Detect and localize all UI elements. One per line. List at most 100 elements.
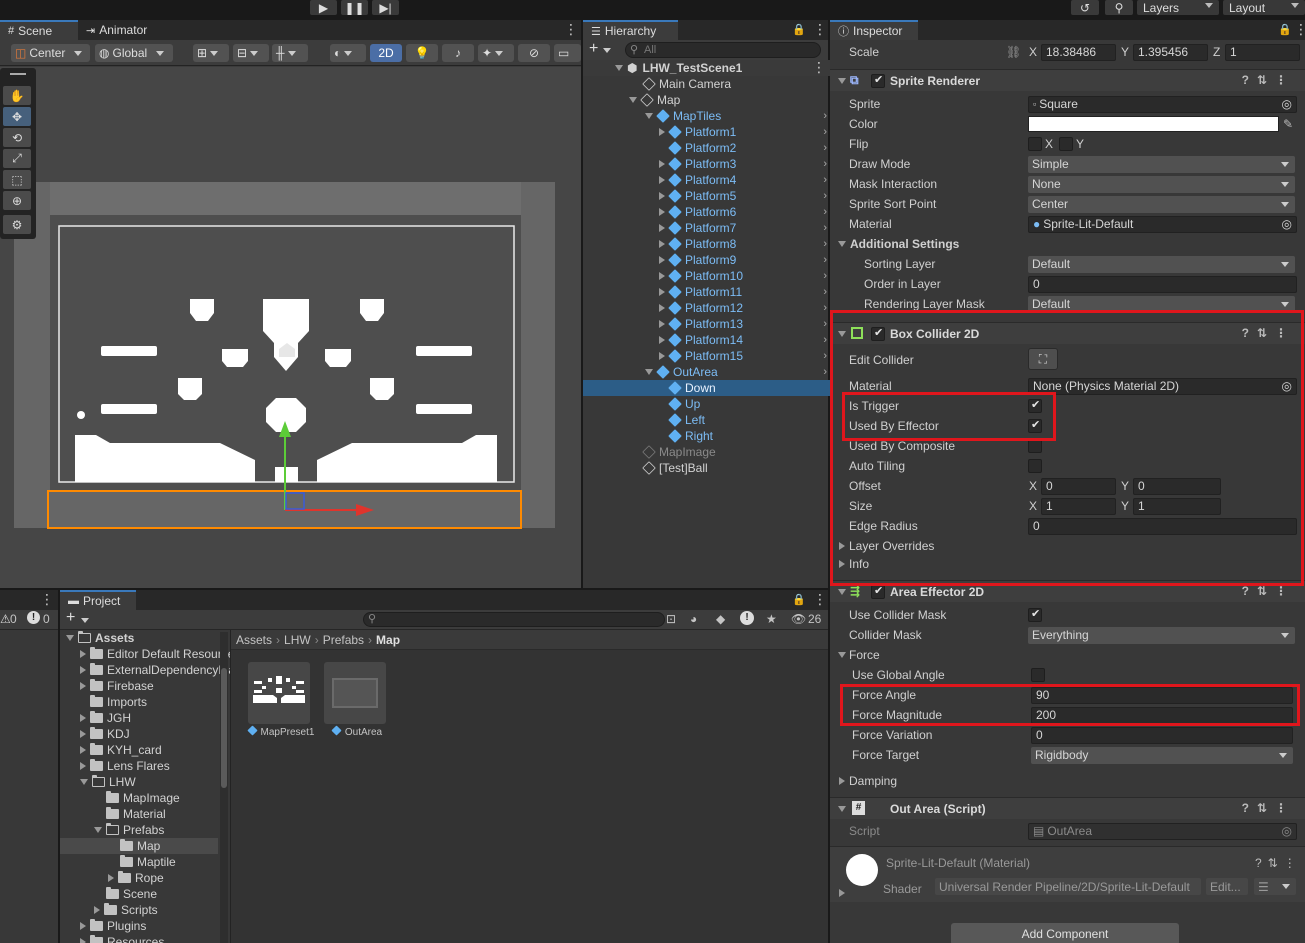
mask-interaction-dropdown[interactable]: None (1028, 175, 1295, 193)
layers-dropdown[interactable]: Layers (1137, 0, 1219, 15)
list-item[interactable]: Up (583, 396, 831, 412)
list-item[interactable]: OutArea › (583, 364, 831, 380)
chevron-right-icon[interactable]: › (823, 318, 827, 330)
list-item[interactable]: Platform8 › (583, 236, 831, 252)
list-item[interactable]: Platform10 › (583, 268, 831, 284)
tab-project[interactable]: ▬ Project (60, 590, 136, 610)
sorting-layer-dropdown[interactable]: Default (1028, 255, 1295, 273)
chevron-right-icon[interactable]: › (823, 302, 827, 314)
link-icon[interactable]: ⛓ (1006, 45, 1021, 59)
object-picker-icon[interactable]: ◎ (1282, 217, 1292, 231)
effects-button[interactable]: ✦ (478, 44, 514, 62)
sort-point-dropdown[interactable]: Center (1028, 195, 1295, 213)
list-item[interactable]: Platform12 › (583, 300, 831, 316)
collider-mask-dropdown[interactable]: Everything (1028, 626, 1295, 644)
sprite-field[interactable]: ▫ Square ◎ (1028, 95, 1297, 113)
list-item[interactable]: Platform1 › (583, 124, 831, 140)
folder-item[interactable]: Scripts (94, 902, 158, 918)
lock-icon[interactable]: 🔒 (792, 23, 806, 36)
tab-inspector[interactable]: ⓘ Inspector (830, 20, 918, 40)
draw-mode-button[interactable]: ◐ (330, 44, 366, 62)
draw-mode-dropdown[interactable]: Simple (1028, 155, 1295, 173)
play-button[interactable]: ▶ (310, 0, 337, 15)
folder-item[interactable]: Rope (108, 870, 164, 886)
shader-options-button[interactable]: ☰ (1254, 878, 1296, 895)
move-tool-button[interactable]: ✥ (3, 107, 31, 126)
increment-snap-button[interactable]: ⊟ (233, 44, 269, 62)
folder-item[interactable]: Prefabs (94, 822, 164, 838)
chevron-right-icon[interactable]: › (823, 222, 827, 234)
list-item[interactable]: Platform4 › (583, 172, 831, 188)
component-header-icons[interactable]: ?⇅⋮ (1242, 801, 1295, 815)
chevron-right-icon[interactable]: › (823, 334, 827, 346)
list-item[interactable]: Right (583, 428, 831, 444)
folder-item[interactable]: Editor Default Resources (80, 646, 230, 662)
hierarchy-search-input[interactable]: ⚲ All (625, 42, 821, 58)
filter-type-icon[interactable]: ◕ (690, 612, 697, 626)
folder-item[interactable]: Resources (80, 934, 164, 943)
folder-item[interactable]: KDJ (80, 726, 130, 742)
sprite-renderer-header[interactable]: ⧉ Sprite Renderer ?⇅⋮ (830, 69, 1305, 91)
scale-z-field[interactable]: 1 (1225, 43, 1300, 61)
camera-button[interactable]: ▭ (554, 44, 581, 62)
custom-tool-button[interactable]: ⚙ (3, 215, 31, 234)
folder-item[interactable]: Scene (106, 886, 157, 902)
ruler-button[interactable]: ╫ (272, 44, 308, 62)
step-button[interactable]: ▶| (372, 0, 399, 15)
folder-item-selected[interactable]: Map (60, 838, 218, 854)
scale-x-field[interactable]: 18.38486 (1041, 43, 1116, 61)
folder-item[interactable]: Imports (90, 694, 147, 710)
lighting-button[interactable]: 💡 (406, 44, 438, 62)
chevron-right-icon[interactable]: › (823, 190, 827, 202)
asset-thumbnail-outarea[interactable] (324, 662, 386, 724)
tab-hierarchy[interactable]: ☰ Hierarchy (583, 20, 678, 40)
inspector-menu-icon[interactable] (1294, 21, 1305, 38)
scene-viewport[interactable]: ✋ ✥ ⟲ ⤢ ⬚ ⊕ ⚙ (0, 67, 581, 588)
chevron-right-icon[interactable]: › (823, 158, 827, 170)
list-item[interactable]: Platform6 › (583, 204, 831, 220)
filter-label-icon[interactable]: ◆ (716, 612, 725, 626)
transform-tool-button[interactable]: ⊕ (3, 191, 31, 210)
chevron-right-icon[interactable]: › (823, 110, 827, 122)
create-dropdown-icon[interactable] (603, 48, 611, 53)
chevron-right-icon[interactable]: › (823, 238, 827, 250)
color-swatch[interactable] (1028, 116, 1279, 132)
folder-item[interactable]: Plugins (80, 918, 146, 934)
chevron-right-icon[interactable]: › (823, 270, 827, 282)
scene-menu-icon[interactable] (564, 21, 578, 38)
filter-log-icon[interactable]: ! (740, 611, 754, 625)
console-menu-icon[interactable] (40, 591, 54, 608)
material-field[interactable]: ● Sprite-Lit-Default ◎ (1028, 215, 1297, 233)
mode-2d-button[interactable]: 2D (370, 44, 402, 62)
asset-item[interactable]: OutArea (319, 725, 395, 738)
chevron-right-icon[interactable]: › (823, 174, 827, 186)
breadcrumb-item[interactable]: Assets (236, 633, 272, 647)
folder-item[interactable]: Maptile (120, 854, 176, 870)
create-button[interactable]: + (589, 40, 598, 58)
breadcrumb-item-current[interactable]: Map (376, 633, 400, 647)
chevron-right-icon[interactable]: › (823, 350, 827, 362)
flip-x-checkbox[interactable] (1028, 137, 1042, 151)
force-target-dropdown[interactable]: Rigidbody (1031, 746, 1293, 764)
breadcrumb-item[interactable]: Prefabs (323, 633, 364, 647)
list-item-selected[interactable]: Down (583, 380, 831, 396)
create-button[interactable]: + (66, 609, 75, 627)
list-item[interactable]: MapTiles › (583, 108, 831, 124)
folder-item[interactable]: KYH_card (80, 742, 162, 758)
object-picker-icon[interactable]: ◎ (1282, 97, 1292, 111)
lock-icon[interactable]: 🔒 (792, 593, 806, 606)
force-variation-field[interactable]: 0 (1031, 726, 1293, 744)
folder-item[interactable]: Material (106, 806, 166, 822)
tab-animator[interactable]: ⇥ Animator (78, 20, 168, 40)
use-global-angle-checkbox[interactable] (1031, 668, 1045, 682)
history-button[interactable]: ↺ (1071, 0, 1099, 15)
folder-item[interactable]: MapImage (106, 790, 180, 806)
folder-item[interactable]: Lens Flares (80, 758, 170, 774)
chevron-right-icon[interactable]: › (823, 254, 827, 266)
damping-foldout-row[interactable]: Damping (830, 771, 1305, 791)
warning-count[interactable]: 0 (10, 612, 17, 626)
force-foldout-row[interactable]: Force (830, 645, 1305, 665)
list-item[interactable]: Platform15 › (583, 348, 831, 364)
component-header-icons[interactable]: ?⇅⋮ (1242, 584, 1295, 598)
sprite-renderer-enabled-checkbox[interactable] (871, 73, 885, 88)
